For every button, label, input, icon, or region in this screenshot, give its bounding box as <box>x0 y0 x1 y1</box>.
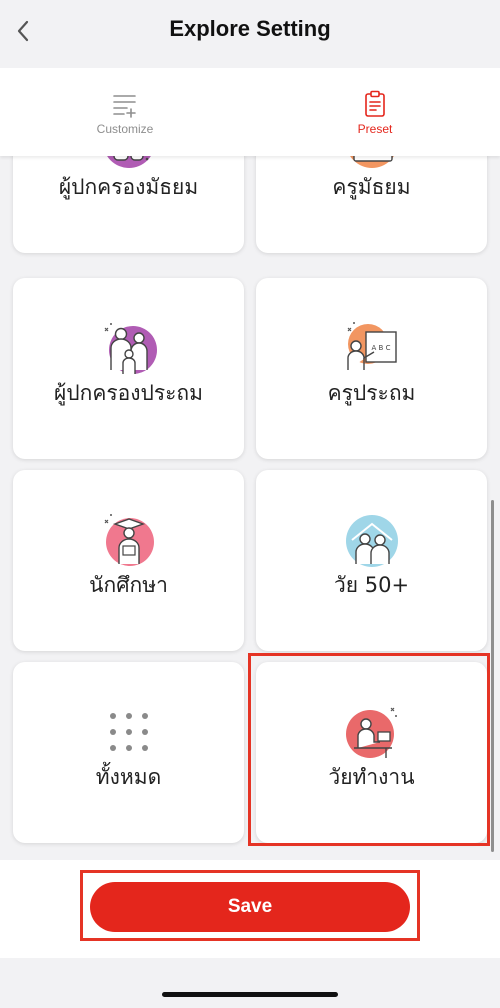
preset-card-teacher-secondary[interactable]: ครูมัธยม <box>256 156 487 253</box>
seniors-icon <box>346 515 398 567</box>
tab-bar: Customize Preset <box>0 68 500 156</box>
customize-list-icon <box>113 95 136 118</box>
tab-customize[interactable]: Customize <box>0 68 250 156</box>
preset-card-student[interactable]: นักศึกษา <box>13 470 244 651</box>
preset-card-label: ผู้ปกครองมัธยม <box>58 175 199 199</box>
preset-card-label: วัย 50+ <box>333 573 410 597</box>
teacher-primary-icon: A B C <box>347 322 397 370</box>
preset-card-teacher-primary[interactable]: A B C ครูประถม <box>256 278 487 459</box>
preset-card-label: ผู้ปกครองประถม <box>54 381 203 405</box>
tab-preset-label: Preset <box>357 122 393 136</box>
clipboard-icon <box>365 90 385 117</box>
home-indicator[interactable] <box>162 992 338 997</box>
page-title: Explore Setting <box>169 16 331 41</box>
preset-card-parent-primary[interactable]: ผู้ปกครองประถม <box>13 278 244 459</box>
preset-card-seniors[interactable]: วัย 50+ <box>256 470 487 651</box>
parent-secondary-icon <box>107 156 151 168</box>
preset-card-parent-secondary[interactable]: ผู้ปกครองมัธยม <box>13 156 244 253</box>
tab-preset[interactable]: Preset <box>250 68 500 156</box>
scrollbar[interactable] <box>491 500 494 852</box>
home-indicator-bar <box>0 958 500 1008</box>
student-icon <box>104 514 154 566</box>
grid-dots-icon <box>110 713 148 751</box>
preset-card-label: ทั้งหมด <box>95 765 162 789</box>
preset-card-label: ครูมัธยม <box>332 175 411 199</box>
parent-primary-icon <box>104 323 157 374</box>
tab-customize-label: Customize <box>96 122 154 136</box>
preset-card-label: ครูประถม <box>327 381 416 405</box>
svg-text:A B C: A B C <box>372 344 391 352</box>
preset-card-label: นักศึกษา <box>89 573 168 597</box>
highlight-box-working-age <box>248 653 490 846</box>
preset-card-all[interactable]: ทั้งหมด <box>13 662 244 843</box>
header: Explore Setting <box>0 0 500 68</box>
highlight-box-save <box>80 870 420 941</box>
teacher-secondary-icon <box>350 156 394 168</box>
